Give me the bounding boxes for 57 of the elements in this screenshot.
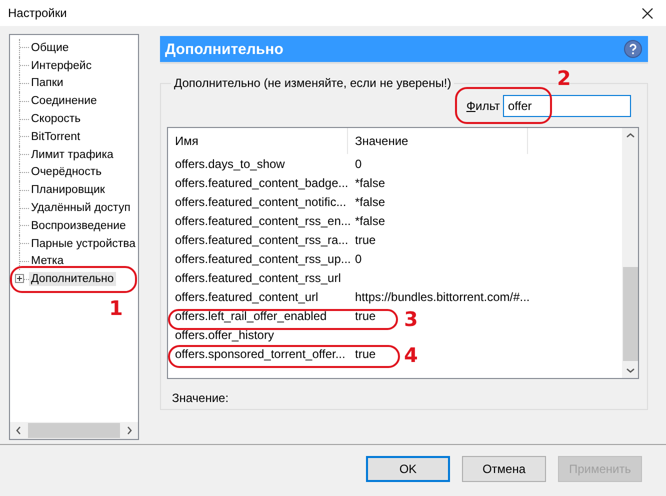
expand-icon[interactable]: [15, 274, 24, 284]
table-cell: 0: [355, 156, 362, 170]
tree-item[interactable]: Соединение: [29, 94, 99, 108]
table-cell: *false: [355, 214, 386, 228]
table-cell: offers.featured_content_rss_up...: [175, 252, 351, 266]
vertical-scrollbar[interactable]: [622, 128, 638, 378]
tree-item[interactable]: Парные устройства: [29, 236, 138, 251]
table-cell: https://bundles.bittorrent.com/#...: [355, 290, 530, 304]
dialog-button[interactable]: Отмена: [462, 456, 546, 482]
table-cell: *false: [355, 194, 386, 208]
tree-item[interactable]: Очерёдность: [29, 165, 104, 180]
column-header[interactable]: Значение: [348, 128, 528, 154]
annotation-number: 4: [404, 343, 418, 367]
table-cell: true: [355, 346, 376, 360]
table-cell: true: [355, 232, 376, 246]
table-cell: offers.featured_content_rss_url: [175, 270, 341, 284]
close-icon[interactable]: [642, 8, 653, 18]
tree-item[interactable]: Общие: [29, 40, 71, 55]
tree-item[interactable]: Метка: [29, 254, 66, 268]
table-cell: offers.featured_content_badge...: [175, 176, 348, 190]
table-cell: offers.featured_content_url: [175, 290, 318, 304]
tree-item[interactable]: Воспроизведение: [29, 218, 128, 233]
tree-item[interactable]: Интерфейс: [29, 58, 94, 73]
scroll-left-icon[interactable]: [15, 426, 22, 435]
tree-item[interactable]: Планировщик: [29, 183, 107, 198]
dialog-button[interactable]: OK: [366, 456, 450, 482]
table-cell: 0: [355, 252, 362, 266]
scroll-right-icon[interactable]: [126, 426, 133, 435]
tree-item[interactable]: Лимит трафика: [29, 148, 116, 162]
table-cell: offers.days_to_show: [175, 156, 285, 170]
annotation-number: 1: [109, 296, 123, 320]
window-title: Настройки: [8, 6, 67, 20]
annotation-number: 2: [557, 66, 571, 90]
annotation-number: 3: [404, 307, 418, 331]
table-cell: *false: [355, 176, 386, 190]
table-cell: offers.featured_content_rss_en...: [175, 214, 351, 228]
filter-label: Фильт: [466, 99, 500, 113]
table-cell: offers.offer_history: [175, 328, 274, 342]
table-cell: offers.left_rail_offer_enabled: [175, 308, 327, 322]
column-header[interactable]: Имя: [168, 128, 348, 154]
table-cell: offers.featured_content_rss_ra...: [175, 232, 348, 246]
scroll-up-icon[interactable]: [626, 132, 634, 139]
section-title: Дополнительно: [165, 40, 284, 58]
table-cell: offers.sponsored_torrent_offer...: [175, 346, 346, 360]
filter-field[interactable]: offer: [503, 95, 631, 117]
tree-item[interactable]: Удалённый доступ: [29, 201, 132, 216]
table-cell: offers.featured_content_notific...: [175, 194, 346, 208]
scroll-down-icon[interactable]: [626, 367, 634, 374]
tree-item[interactable]: Дополнительно: [29, 272, 116, 286]
tree-item[interactable]: BitTorrent: [29, 130, 82, 144]
group-label: Дополнительно (не изменяйте, если не уверены!): [173, 76, 452, 90]
horizontal-scrollbar[interactable]: [10, 422, 138, 439]
tree-item[interactable]: Скорость: [29, 112, 83, 126]
table-cell: true: [355, 308, 376, 322]
help-icon[interactable]: [624, 40, 642, 58]
tree-item[interactable]: Папки: [29, 76, 66, 90]
value-label: Значение:: [172, 391, 230, 405]
